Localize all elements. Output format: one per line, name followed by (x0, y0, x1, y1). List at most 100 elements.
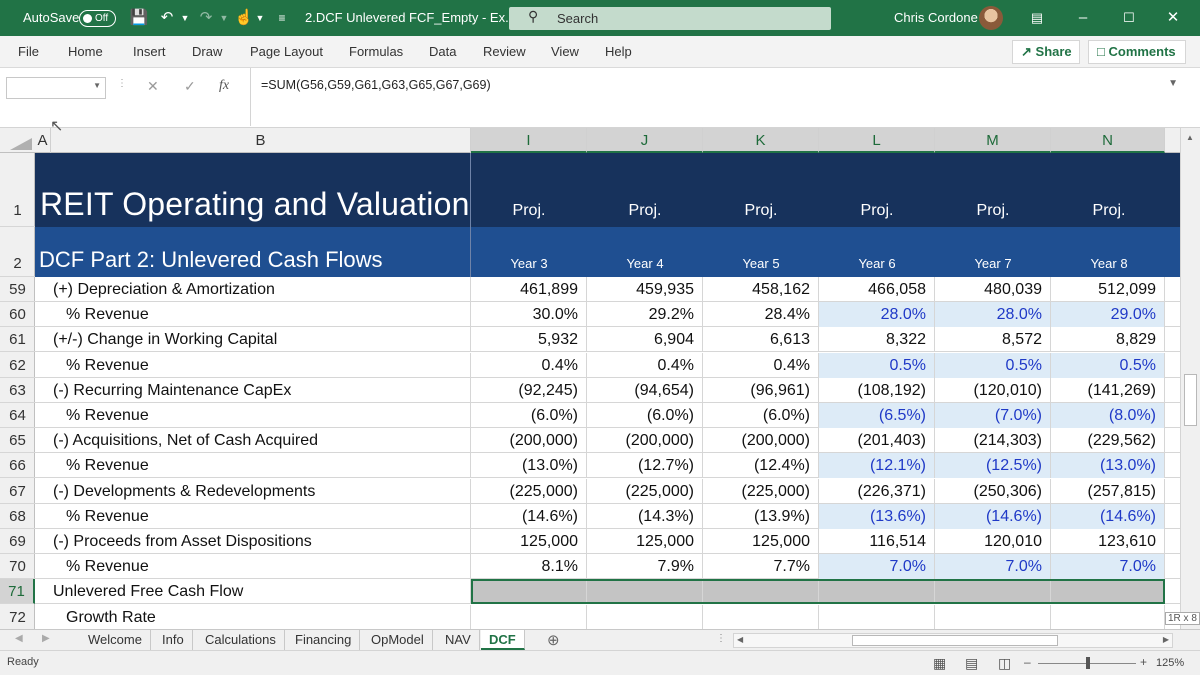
year-label[interactable]: Year 8 (1051, 256, 1167, 271)
data-cell[interactable]: 7.9% (587, 554, 703, 579)
data-cell[interactable] (935, 605, 1051, 630)
scroll-up-icon[interactable]: ▲ (1186, 133, 1194, 142)
comments-button[interactable]: □ Comments (1088, 40, 1186, 64)
data-cell[interactable]: (200,000) (471, 428, 587, 453)
data-cell[interactable]: (12.5%) (935, 453, 1051, 478)
data-cell[interactable]: 28.0% (935, 302, 1051, 327)
page-break-view-icon[interactable]: ◫ (998, 655, 1011, 672)
menu-view[interactable]: View (551, 36, 579, 67)
data-cell[interactable] (819, 579, 935, 604)
horizontal-scrollbar[interactable]: ◀ ▶ (733, 633, 1173, 648)
data-cell[interactable]: (225,000) (471, 479, 587, 504)
data-cell[interactable]: (92,245) (471, 378, 587, 403)
row-header-1[interactable]: 1 (0, 153, 35, 227)
sheet-tab-info[interactable]: Info (154, 630, 193, 650)
row-header-65[interactable]: 65 (0, 428, 35, 453)
data-cell[interactable] (703, 579, 819, 604)
row-label[interactable]: (-) Acquisitions, Net of Cash Acquired (35, 428, 471, 453)
scroll-left-icon[interactable]: ◀ (737, 635, 743, 644)
data-cell[interactable]: 0.5% (935, 353, 1051, 378)
zoom-level[interactable]: 125% (1156, 657, 1184, 669)
vertical-scrollbar[interactable]: ▲ (1180, 128, 1200, 629)
sheet-tab-calculations[interactable]: Calculations (197, 630, 285, 650)
data-cell[interactable]: (12.1%) (819, 453, 935, 478)
sheet-tab-financing[interactable]: Financing (287, 630, 361, 650)
data-cell[interactable]: (200,000) (703, 428, 819, 453)
row-header-66[interactable]: 66 (0, 453, 35, 478)
customize-toolbar-icon[interactable]: ≡ (272, 8, 292, 28)
year-label[interactable]: Year 4 (587, 256, 703, 271)
sheet-tab-opmodel[interactable]: OpModel (363, 630, 433, 650)
add-sheet-icon[interactable]: ⊕ (547, 631, 560, 649)
row-header-59[interactable]: 59 (0, 277, 35, 302)
vertical-scroll-thumb[interactable] (1184, 374, 1197, 426)
row-header-67[interactable]: 67 (0, 479, 35, 504)
data-cell[interactable]: (8.0%) (1051, 403, 1165, 428)
user-name[interactable]: Chris Cordone (894, 0, 978, 36)
data-cell[interactable]: 0.5% (1051, 353, 1165, 378)
year-label[interactable]: Year 6 (819, 256, 935, 271)
row-header-62[interactable]: 62 (0, 353, 35, 378)
row-label[interactable]: (+/-) Change in Working Capital (35, 327, 471, 352)
data-cell[interactable]: 123,610 (1051, 529, 1165, 554)
proj-label[interactable]: Proj. (935, 202, 1051, 220)
data-cell[interactable]: (120,010) (935, 378, 1051, 403)
menu-draw[interactable]: Draw (192, 36, 222, 67)
menu-help[interactable]: Help (605, 36, 632, 67)
data-cell[interactable]: 461,899 (471, 277, 587, 302)
row-label[interactable]: % Revenue (35, 302, 471, 327)
year-label[interactable]: Year 7 (935, 256, 1051, 271)
data-cell[interactable]: (14.6%) (1051, 504, 1165, 529)
data-cell[interactable]: 30.0% (471, 302, 587, 327)
share-button[interactable]: ↗ Share (1012, 40, 1080, 64)
data-cell[interactable] (819, 605, 935, 630)
data-cell[interactable]: 7.0% (819, 554, 935, 579)
data-cell[interactable]: (12.7%) (587, 453, 703, 478)
data-cell[interactable]: 120,010 (935, 529, 1051, 554)
page-layout-view-icon[interactable]: ▤ (965, 655, 978, 672)
data-cell[interactable]: 8,322 (819, 327, 935, 352)
row-header-69[interactable]: 69 (0, 529, 35, 554)
data-cell[interactable]: (225,000) (703, 479, 819, 504)
data-cell[interactable]: (108,192) (819, 378, 935, 403)
data-cell[interactable]: 8.1% (471, 554, 587, 579)
data-cell[interactable] (703, 605, 819, 630)
data-cell[interactable]: 0.5% (819, 353, 935, 378)
data-cell[interactable]: (250,306) (935, 479, 1051, 504)
data-cell[interactable]: (13.0%) (1051, 453, 1165, 478)
redo-icon[interactable]: ↷ (196, 8, 216, 28)
select-all-icon[interactable] (10, 138, 32, 150)
data-cell[interactable]: (257,815) (1051, 479, 1165, 504)
row-label[interactable]: % Revenue (35, 353, 471, 378)
sheet-tab-dcf[interactable]: DCF (481, 630, 525, 650)
enter-icon[interactable]: ✓ (184, 78, 196, 95)
column-header-m[interactable]: M (935, 128, 1051, 153)
search-box[interactable]: ⚲ Search (509, 7, 831, 30)
data-cell[interactable]: (6.0%) (703, 403, 819, 428)
proj-label[interactable]: Proj. (703, 202, 819, 220)
data-cell[interactable]: (7.0%) (935, 403, 1051, 428)
zoom-out-icon[interactable]: – (1024, 655, 1031, 669)
undo-dropdown-icon[interactable]: ▼ (175, 8, 195, 28)
data-cell[interactable] (935, 579, 1051, 604)
data-cell[interactable]: (229,562) (1051, 428, 1165, 453)
close-icon[interactable]: ✕ (1150, 0, 1196, 36)
data-cell[interactable]: 0.4% (471, 353, 587, 378)
data-cell[interactable]: 7.0% (1051, 554, 1165, 579)
undo-icon[interactable]: ↶ (157, 8, 177, 28)
zoom-in-icon[interactable]: + (1140, 655, 1147, 669)
row-header-71[interactable]: 71 (0, 579, 35, 604)
menu-review[interactable]: Review (483, 36, 526, 67)
zoom-slider-knob[interactable] (1086, 657, 1090, 669)
row-header-64[interactable]: 64 (0, 403, 35, 428)
menu-formulas[interactable]: Formulas (349, 36, 403, 67)
proj-label[interactable]: Proj. (1051, 202, 1167, 220)
data-cell[interactable]: 8,829 (1051, 327, 1165, 352)
expand-formula-icon[interactable]: ▼ (1168, 78, 1178, 89)
row-label[interactable]: (-) Developments & Redevelopments (35, 479, 471, 504)
column-header-l[interactable]: L (819, 128, 935, 153)
normal-view-icon[interactable]: ▦ (933, 655, 946, 672)
tab-scroll-right-icon[interactable]: ▶ (42, 633, 50, 644)
menu-home[interactable]: Home (68, 36, 103, 67)
menu-insert[interactable]: Insert (133, 36, 166, 67)
